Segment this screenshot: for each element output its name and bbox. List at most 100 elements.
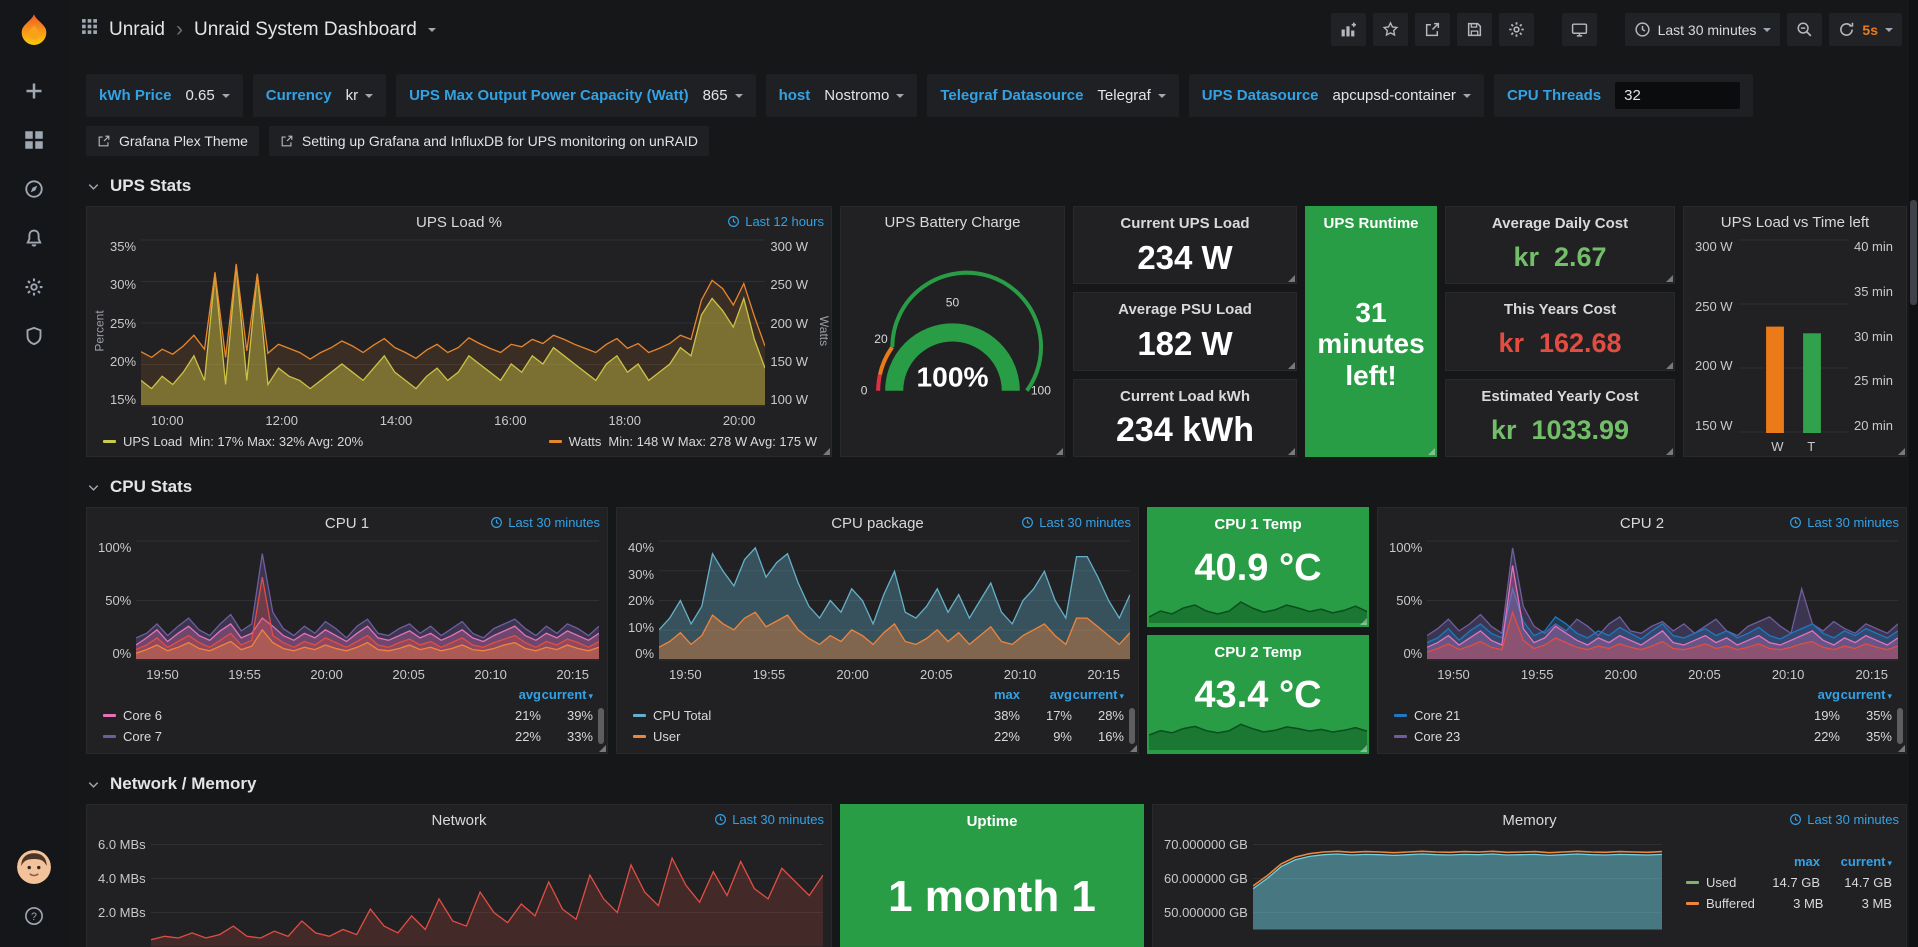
dashboard-settings-button[interactable] [1499,13,1534,46]
variable-value[interactable]: apcupsd-container [1333,87,1471,104]
dashboards-icon[interactable] [24,130,44,150]
add-icon[interactable] [24,81,44,101]
panel-title[interactable]: Memory [1502,812,1556,829]
variable-chip[interactable]: UPS Max Output Power Capacity (Watt) 865 [396,74,756,117]
axis-tick: 20:10 [1004,667,1037,682]
grafana-logo-icon[interactable] [15,12,53,55]
legend-swatch [549,440,562,443]
section-ups-stats[interactable]: UPS Stats [86,176,1908,196]
chevron-down-icon [1763,28,1771,36]
section-network-memory[interactable]: Network / Memory [86,774,1908,794]
chevron-down-icon[interactable] [428,28,436,36]
battery-gauge[interactable]: 02050100100% [841,237,1064,456]
legend-header[interactable]: max avg current [633,684,1124,705]
ups-load-chart[interactable] [141,239,765,407]
variable-value[interactable]: Nostromo [824,87,904,104]
page-scrollbar[interactable] [1909,0,1918,947]
variable-value[interactable]: 865 [703,87,743,104]
legend-row[interactable]: Core 6 21% 39% [103,705,593,726]
page-scrollbar-thumb[interactable] [1910,200,1917,305]
variable-value[interactable]: kr [346,87,374,104]
axis-tick: 20:15 [1087,667,1120,682]
legend-row[interactable]: CPU Total 38% 17% 28% [633,705,1124,726]
axis-tick: 20:00 [723,413,756,428]
apps-grid-icon[interactable] [81,18,98,41]
stat-title[interactable]: Uptime [967,813,1018,830]
legend-header[interactable]: avg current [1394,684,1892,705]
add-panel-button[interactable] [1331,13,1366,46]
variable-value[interactable]: 32 [1615,82,1740,109]
explore-compass-icon[interactable] [24,179,44,199]
axis-tick: 40 min [1854,239,1893,254]
variable-value[interactable]: Telegraf [1097,87,1165,104]
panel-title[interactable]: UPS Battery Charge [885,214,1021,231]
variable-chip[interactable]: Currency kr [253,74,386,117]
axis-tick: T [1807,439,1815,454]
stat-title[interactable]: Current Load kWh [1120,388,1250,405]
legend-row[interactable]: User 22% 9% 16% [633,726,1124,747]
axis-tick: 2.0 MBs [98,905,146,920]
legend-scrollbar[interactable] [598,708,604,744]
dashboard-link[interactable]: Grafana Plex Theme [86,126,259,156]
network-chart[interactable] [151,837,823,947]
alerting-bell-icon[interactable] [24,228,44,248]
variable-value[interactable]: 0.65 [186,87,230,104]
section-cpu-stats[interactable]: CPU Stats [86,477,1908,497]
stat-title[interactable]: Current UPS Load [1120,215,1249,232]
legend-row[interactable]: Buffered 3 MB 3 MB [1686,893,1892,914]
configuration-gear-icon[interactable] [24,277,44,297]
stat-title[interactable]: CPU 2 Temp [1214,644,1301,661]
cpu-package-chart[interactable] [659,540,1130,661]
legend-scrollbar[interactable] [1897,708,1903,744]
panel-title[interactable]: CPU package [831,515,924,532]
stat-title[interactable]: Estimated Yearly Cost [1481,388,1638,405]
axis-tick: 30% [628,567,654,582]
variable-chip[interactable]: UPS Datasource apcupsd-container [1189,74,1484,117]
legend-header[interactable]: avg current [103,684,593,705]
axis-tick: 20:15 [556,667,589,682]
variable-chip[interactable]: CPU Threads 32 [1494,74,1753,117]
legend-item[interactable]: Watts Min: 148 W Max: 278 W Avg: 175 W [549,434,817,449]
share-button[interactable] [1415,13,1450,46]
server-admin-shield-icon[interactable] [24,326,44,346]
legend-scrollbar[interactable] [1129,708,1135,744]
panel-title[interactable]: UPS Load % [416,214,502,231]
legend-row[interactable]: Core 7 22% 33% [103,726,593,747]
save-button[interactable] [1457,13,1492,46]
panel-title[interactable]: CPU 1 [325,515,369,532]
time-range-picker[interactable]: Last 30 minutes [1625,13,1781,46]
zoom-out-button[interactable] [1787,13,1822,46]
help-icon[interactable]: ? [24,906,44,931]
refresh-button[interactable]: 5s [1829,13,1902,46]
star-button[interactable] [1373,13,1408,46]
legend-row[interactable]: Core 23 22% 35% [1394,726,1892,747]
legend-row[interactable]: Used 14.7 GB 14.7 GB [1686,872,1892,893]
stat-title[interactable]: CPU 1 Temp [1214,516,1301,533]
panel-title[interactable]: Network [431,812,486,829]
panel-title[interactable]: UPS Load vs Time left [1721,214,1869,231]
panel-title[interactable]: CPU 2 [1620,515,1664,532]
stat-title[interactable]: Average Daily Cost [1492,215,1628,232]
dashboard-link[interactable]: Setting up Grafana and InfluxDB for UPS … [269,126,709,156]
legend-item[interactable]: UPS Load Min: 17% Max: 32% Avg: 20% [103,434,363,449]
stat-title[interactable]: This Years Cost [1504,301,1616,318]
breadcrumb-org[interactable]: Unraid [109,19,165,41]
cpu1-chart[interactable] [136,540,599,661]
load-vs-time-bar-chart[interactable] [1738,239,1849,433]
user-avatar[interactable] [17,850,51,884]
stat-title[interactable]: UPS Runtime [1323,215,1418,232]
axis-tick: 10:00 [151,413,184,428]
legend-series-name: User [653,729,680,744]
axis-tick: 30 min [1854,329,1893,344]
variable-chip[interactable]: kWh Price 0.65 [86,74,243,117]
cpu2-chart[interactable] [1427,540,1898,661]
variable-chip[interactable]: host Nostromo [766,74,918,117]
legend-header[interactable]: max current [1686,851,1892,872]
stat-title[interactable]: Average PSU Load [1118,301,1252,318]
cycle-view-monitor-button[interactable] [1562,13,1597,46]
breadcrumb-dashboard-title[interactable]: Unraid System Dashboard [194,19,417,41]
legend-row[interactable]: Core 21 19% 35% [1394,705,1892,726]
axis-tick: 300 W [1695,239,1733,254]
variable-chip[interactable]: Telegraf Datasource Telegraf [927,74,1178,117]
memory-chart[interactable] [1253,837,1662,947]
